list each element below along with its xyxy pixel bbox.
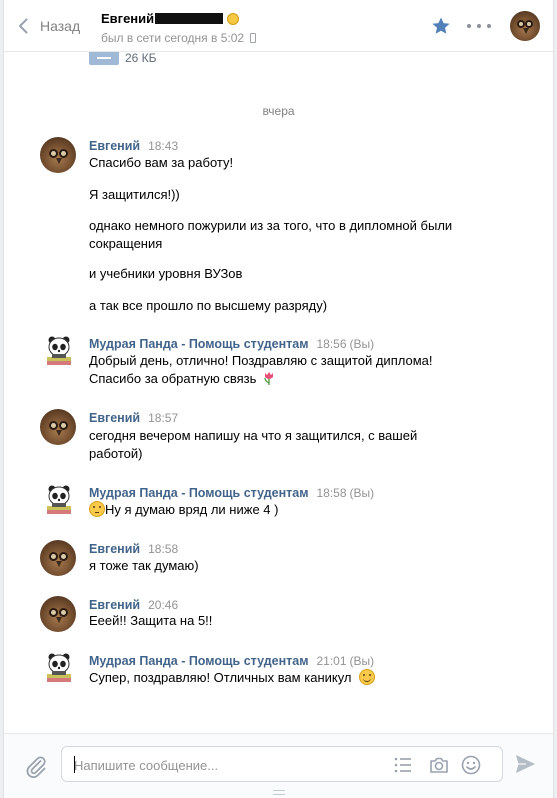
chevron-left-icon	[19, 18, 28, 34]
panda-avatar[interactable]	[44, 335, 74, 367]
message-input-box[interactable]	[61, 746, 503, 782]
message-group: Евгений 18:43 Спасибо вам за работу! Я з…	[40, 137, 545, 317]
sender-avatar[interactable]	[40, 409, 76, 445]
document-attachment-icon[interactable]	[89, 52, 119, 65]
message-group: Мудрая Панда - Помощь студентам 21:01 (В…	[40, 652, 545, 692]
message-time[interactable]: 18:58	[148, 542, 178, 556]
message-meta: Евгений 18:57	[89, 411, 178, 425]
message-author[interactable]: Мудрая Панда - Помощь студентам	[89, 337, 308, 351]
status-emoji-icon	[227, 12, 240, 25]
peer-status-text: был в сети сегодня в 5:02	[101, 31, 245, 45]
message-text: и учебники уровня ВУЗов	[89, 266, 243, 281]
message-meta: Евгений 18:58	[89, 542, 178, 556]
message-text: сегодня вечером напишу на что я защитилс…	[89, 428, 418, 443]
message-author[interactable]: Мудрая Панда - Помощь студентам	[89, 654, 308, 668]
chat-header: Назад Евгений был в сети сегодня в 5:02	[4, 0, 553, 52]
message-author[interactable]: Евгений	[89, 411, 140, 425]
message-text-row: Супер, поздравляю! Отличных вам каникул	[89, 669, 376, 687]
message-text-row: Ну я думаю вряд ли ниже 4 )	[89, 501, 278, 519]
message-text: Ееей!! Защита на 5!!	[89, 613, 213, 628]
message-composer	[4, 733, 553, 798]
date-separator: вчера	[262, 104, 295, 118]
message-text: сокращения	[89, 236, 163, 251]
message-text-row: Спасибо за обратную связь	[89, 370, 275, 388]
peer-status: был в сети сегодня в 5:02	[101, 31, 257, 45]
message-text: а так все прошло по высшему разряду)	[89, 298, 328, 313]
you-label: (Вы)	[349, 337, 375, 351]
sender-avatar[interactable]	[40, 137, 76, 173]
sender-avatar[interactable]	[40, 596, 76, 632]
message-time[interactable]: 18:43	[148, 139, 178, 153]
message-meta: Мудрая Панда - Помощь студентам 18:58 (В…	[89, 486, 374, 500]
peer-avatar[interactable]	[510, 11, 540, 41]
star-icon[interactable]	[431, 16, 451, 36]
template-list-icon[interactable]	[392, 754, 414, 776]
send-icon[interactable]	[514, 753, 536, 775]
peer-name-text: Евгений	[101, 11, 155, 26]
chat-window: Назад Евгений был в сети сегодня в 5:02 …	[3, 0, 554, 798]
message-text: Спасибо вам за работу!	[89, 155, 234, 170]
camera-icon[interactable]	[428, 754, 450, 776]
message-author[interactable]: Мудрая Панда - Помощь студентам	[89, 486, 308, 500]
panda-avatar[interactable]	[44, 484, 74, 516]
message-meta: Евгений 18:43	[89, 139, 178, 153]
you-label: (Вы)	[349, 486, 375, 500]
message-author[interactable]: Евгений	[89, 542, 140, 556]
back-label: Назад	[40, 18, 81, 34]
panda-avatar[interactable]	[44, 652, 74, 684]
message-time[interactable]: 18:56	[316, 337, 346, 351]
message-text: работой)	[89, 446, 143, 461]
message-text: Спасибо за обратную связь	[89, 371, 257, 386]
message-author[interactable]: Евгений	[89, 598, 140, 612]
message-meta: Мудрая Панда - Помощь студентам 18:56 (В…	[89, 337, 374, 351]
message-meta: Мудрая Панда - Помощь студентам 21:01 (В…	[89, 654, 374, 668]
emoji-picker-icon[interactable]	[460, 754, 482, 776]
redacted-surname	[155, 13, 224, 24]
resize-handle[interactable]	[273, 790, 285, 795]
peer-name[interactable]: Евгений	[101, 11, 240, 26]
message-time[interactable]: 20:46	[148, 598, 178, 612]
attachment-size: 26 КБ	[125, 51, 157, 65]
you-label: (Вы)	[349, 654, 375, 668]
message-time[interactable]: 18:57	[148, 411, 178, 425]
message-text: однако немного пожурили из за того, что …	[89, 218, 453, 233]
message-group: Евгений 18:58 я тоже так думаю)	[40, 540, 545, 580]
message-time[interactable]: 21:01	[316, 654, 346, 668]
message-input[interactable]	[74, 755, 374, 775]
paperclip-icon[interactable]	[24, 754, 48, 778]
message-group: Мудрая Панда - Помощь студентам 18:58 (В…	[40, 484, 545, 524]
message-text: Ну я думаю вряд ли ниже 4 )	[105, 502, 279, 517]
message-text: я тоже так думаю)	[89, 558, 199, 573]
back-button[interactable]: Назад	[18, 14, 80, 38]
message-group: Евгений 18:57 сегодня вечером напишу на …	[40, 409, 545, 465]
flushed-emoji-icon	[89, 501, 105, 517]
smile-emoji-icon	[359, 669, 376, 685]
mobile-phone-icon	[250, 33, 257, 43]
message-time[interactable]: 18:58	[316, 486, 346, 500]
more-dots-icon[interactable]	[467, 24, 491, 30]
message-text: Я защитился!))	[89, 187, 180, 202]
message-text: Супер, поздравляю! Отличных вам каникул	[89, 670, 352, 685]
message-group: Евгений 20:46 Ееей!! Защита на 5!!	[40, 596, 545, 636]
message-group: Мудрая Панда - Помощь студентам 18:56 (В…	[40, 335, 545, 391]
message-meta: Евгений 20:46	[89, 598, 178, 612]
tulip-emoji-icon	[264, 372, 274, 385]
sender-avatar[interactable]	[40, 540, 76, 576]
message-author[interactable]: Евгений	[89, 139, 140, 153]
message-text: Добрый день, отлично! Поздравляю с защит…	[89, 353, 433, 368]
